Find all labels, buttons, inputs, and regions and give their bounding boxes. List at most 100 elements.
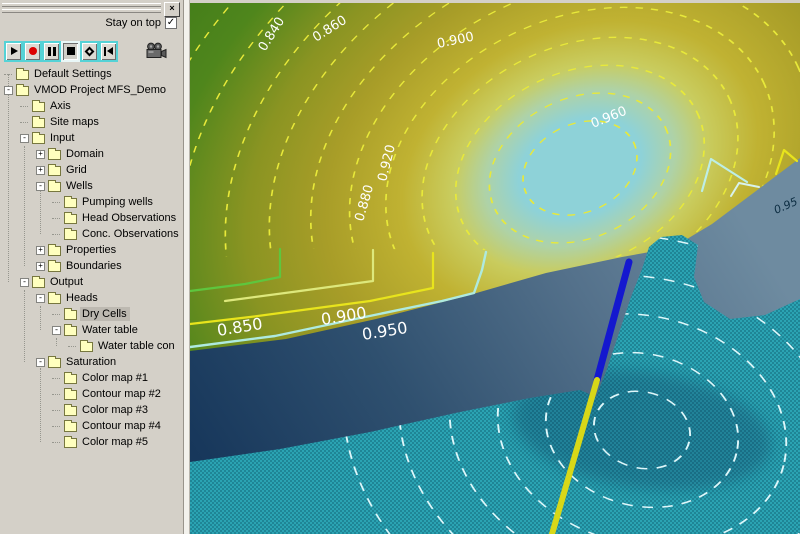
tree-item-label: Site maps: [50, 116, 99, 128]
plus-expander-icon[interactable]: +: [36, 261, 45, 271]
frame-edge: [190, 0, 800, 3]
stay-on-top-checkbox[interactable]: ✓: [165, 17, 177, 29]
minus-expander-icon[interactable]: -: [20, 277, 29, 287]
tree-item-color-map-3[interactable]: Color map #3: [0, 402, 183, 418]
record-icon: [28, 47, 37, 55]
minus-expander-icon[interactable]: -: [36, 293, 45, 303]
panel-grip-handle[interactable]: [2, 3, 161, 15]
tree-connector: [52, 370, 61, 386]
application-window: × Stay on top ✓ Default Settings - VMOD …: [0, 0, 800, 534]
tree-item-output[interactable]: - Output: [0, 274, 183, 290]
folder-icon: [64, 387, 77, 400]
tree-item-label: Water table: [82, 324, 138, 336]
tree-connector: [52, 226, 61, 242]
folder-icon: [32, 275, 45, 288]
tree-item-label: Input: [50, 132, 75, 144]
tree-item-water-table-con[interactable]: Water table con: [0, 338, 183, 354]
folder-icon: [64, 419, 77, 432]
step-back-icon: [104, 47, 113, 56]
folder-icon: [32, 131, 45, 144]
tree-item-label: Pumping wells: [82, 196, 153, 208]
tree-item-head-observations[interactable]: Head Observations: [0, 210, 183, 226]
play-icon: [11, 47, 18, 55]
tree-item-domain[interactable]: + Domain: [0, 146, 183, 162]
folder-icon: [64, 195, 77, 208]
folder-icon: [80, 339, 93, 352]
tree-item-label: VMOD Project MFS_Demo: [34, 84, 167, 96]
tree-item-label: Wells: [66, 180, 93, 192]
tree-item-label: Axis: [50, 100, 71, 112]
tree-connector: [52, 194, 61, 210]
tree-item-input[interactable]: - Input: [0, 130, 183, 146]
tree-item-grid[interactable]: + Grid: [0, 162, 183, 178]
tree-item-saturation[interactable]: - Saturation: [0, 354, 183, 370]
toolbar-buttons: [4, 40, 118, 62]
tree-connector: [20, 114, 29, 130]
minus-expander-icon[interactable]: -: [36, 357, 45, 367]
tree-item-label: Heads: [66, 292, 98, 304]
tree-connector: [20, 98, 29, 114]
tree-item-contour-map-2[interactable]: Contour map #2: [0, 386, 183, 402]
tree-item-conc-observations[interactable]: Conc. Observations: [0, 226, 183, 242]
close-icon[interactable]: ×: [164, 2, 180, 17]
tree-item-label: Output: [50, 276, 84, 288]
tree-item-label: Saturation: [66, 356, 117, 368]
folder-icon: [48, 259, 61, 272]
folder-icon: [64, 211, 77, 224]
tree-connector: [52, 434, 61, 450]
stay-on-top-option: Stay on top ✓: [105, 17, 177, 29]
minus-expander-icon[interactable]: -: [52, 325, 61, 335]
minus-expander-icon[interactable]: -: [4, 85, 13, 95]
tree-item-heads[interactable]: - Heads: [0, 290, 183, 306]
tree-item-wells[interactable]: - Wells: [0, 178, 183, 194]
folder-icon: [48, 179, 61, 192]
folder-icon: [48, 355, 61, 368]
tree-item-vmod-project-mfs-demo[interactable]: - VMOD Project MFS_Demo: [0, 82, 183, 98]
pause-icon: [47, 46, 56, 56]
tree-connector: [52, 210, 61, 226]
tree-connector: [68, 338, 77, 354]
tree-item-label: Water table con: [98, 340, 175, 352]
folder-icon: [64, 227, 77, 240]
tree-item-contour-map-4[interactable]: Contour map #4: [0, 418, 183, 434]
movie-camera-icon[interactable]: [144, 42, 168, 60]
folder-icon: [64, 435, 77, 448]
folder-icon: [64, 307, 77, 320]
tree-item-site-maps[interactable]: Site maps: [0, 114, 183, 130]
folder-icon: [48, 163, 61, 176]
tree-item-water-table[interactable]: - Water table: [0, 322, 183, 338]
plus-expander-icon[interactable]: +: [36, 165, 45, 175]
pause-button[interactable]: [42, 40, 61, 62]
tree-item-dry-cells[interactable]: Dry Cells: [0, 306, 183, 322]
stay-on-top-label: Stay on top: [105, 17, 161, 29]
tree-item-axis[interactable]: Axis: [0, 98, 183, 114]
minus-expander-icon[interactable]: -: [36, 181, 45, 191]
loop-button[interactable]: [80, 40, 99, 62]
tree-connector: [52, 306, 61, 322]
play-button[interactable]: [4, 40, 23, 62]
tree-connector: [52, 386, 61, 402]
tree-connector: [52, 402, 61, 418]
tree-item-label: Domain: [66, 148, 104, 160]
record-button[interactable]: [23, 40, 42, 62]
folder-icon: [48, 147, 61, 160]
tree-item-color-map-5[interactable]: Color map #5: [0, 434, 183, 450]
plus-expander-icon[interactable]: +: [36, 245, 45, 255]
tree-item-label: Contour map #4: [82, 420, 161, 432]
step-back-button[interactable]: [99, 40, 118, 62]
tree-item-pumping-wells[interactable]: Pumping wells: [0, 194, 183, 210]
stop-button[interactable]: [61, 40, 80, 62]
tree-item-color-map-1[interactable]: Color map #1: [0, 370, 183, 386]
tree-item-label: Dry Cells: [80, 307, 130, 321]
tree-item-label: Default Settings: [34, 68, 112, 80]
folder-icon: [48, 291, 61, 304]
tree-item-properties[interactable]: + Properties: [0, 242, 183, 258]
tree-item-boundaries[interactable]: + Boundaries: [0, 258, 183, 274]
tree-item-default-settings[interactable]: Default Settings: [0, 66, 183, 82]
3d-view[interactable]: 0.840 0.860 0.900 0.960 0.920 0.880 0.85…: [190, 0, 800, 534]
minus-expander-icon[interactable]: -: [20, 133, 29, 143]
tree-connector: [4, 66, 13, 82]
tree-connector: [52, 418, 61, 434]
folder-icon: [64, 323, 77, 336]
plus-expander-icon[interactable]: +: [36, 149, 45, 159]
